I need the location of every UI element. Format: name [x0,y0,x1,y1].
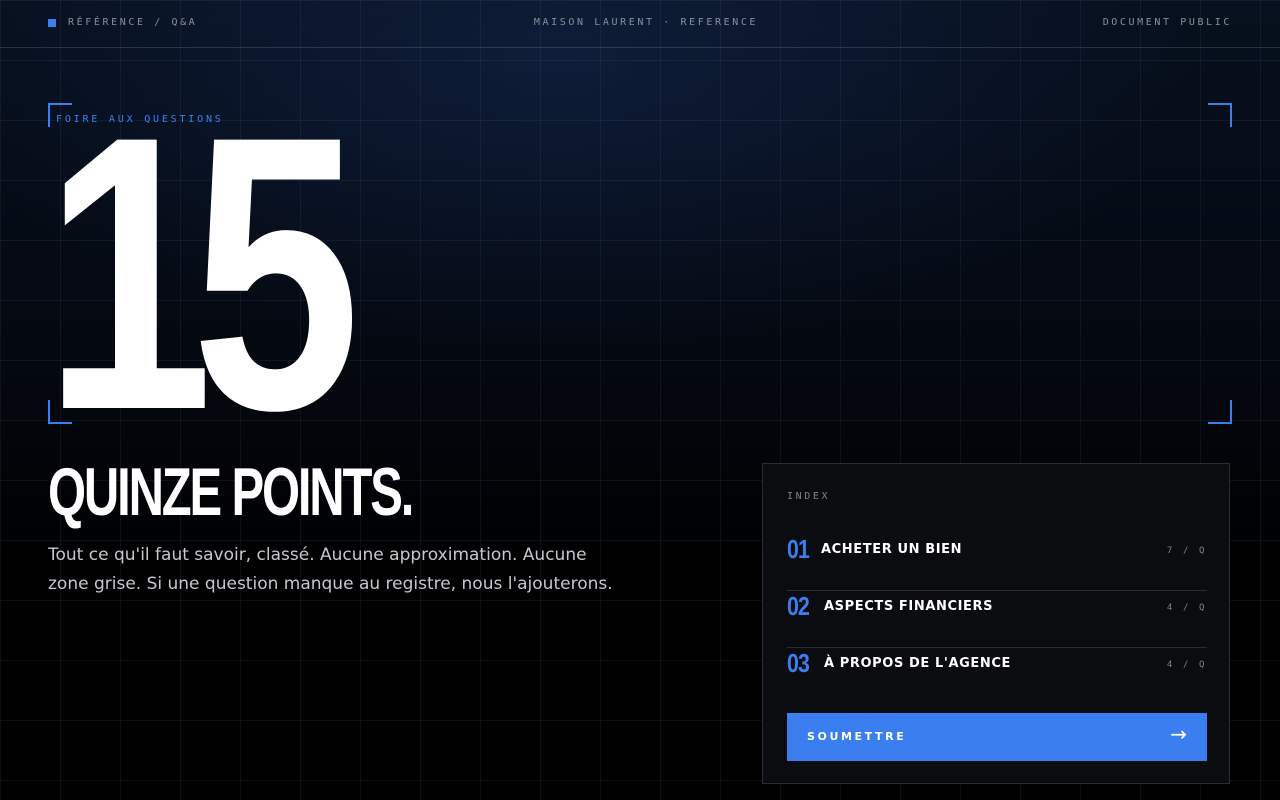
page-title: QUINZE POINTS. [48,454,414,530]
index-label: INDEX [787,491,831,502]
index-item-count: 4 / Q [1166,603,1207,613]
corner-bracket-bottom-right [1208,400,1232,424]
index-item-title: ASPECTS FINANCIERS [824,599,994,614]
index-item-agence[interactable]: 03 À PROPOS DE L'AGENCE 4 / Q [787,648,1207,705]
arrow-right-icon: → [1170,722,1187,746]
corner-bracket-top-right [1208,103,1232,127]
submit-button[interactable]: SOUMETTRE → [787,713,1207,761]
index-panel: INDEX 01 ACHETER UN BIEN 7 / Q 02 ASPECT… [762,463,1230,784]
index-item-count: 4 / Q [1166,660,1207,670]
index-item-number: 02 [787,591,810,621]
intro-text: Tout ce qu'il faut savoir, classé. Aucun… [48,545,613,594]
submit-button-label: SOUMETTRE [807,730,907,743]
index-item-title: À PROPOS DE L'AGENCE [824,656,1012,671]
question-count: 15 [44,55,361,491]
index-item-number: 03 [787,648,810,678]
index-item-number: 01 [787,534,810,564]
top-bar: RÉFÉRENCE / Q&A MAISON LAURENT · REFEREN… [0,0,1280,48]
index-item-count: 7 / Q [1166,546,1207,556]
document-status: DOCUMENT PUBLIC [1102,17,1232,28]
index-item-acheter[interactable]: 01 ACHETER UN BIEN 7 / Q [787,534,1207,591]
site-title: MAISON LAURENT · REFERENCE [533,17,759,28]
index-item-title: ACHETER UN BIEN [821,542,963,557]
index-item-financiers[interactable]: 02 ASPECTS FINANCIERS 4 / Q [787,591,1207,648]
